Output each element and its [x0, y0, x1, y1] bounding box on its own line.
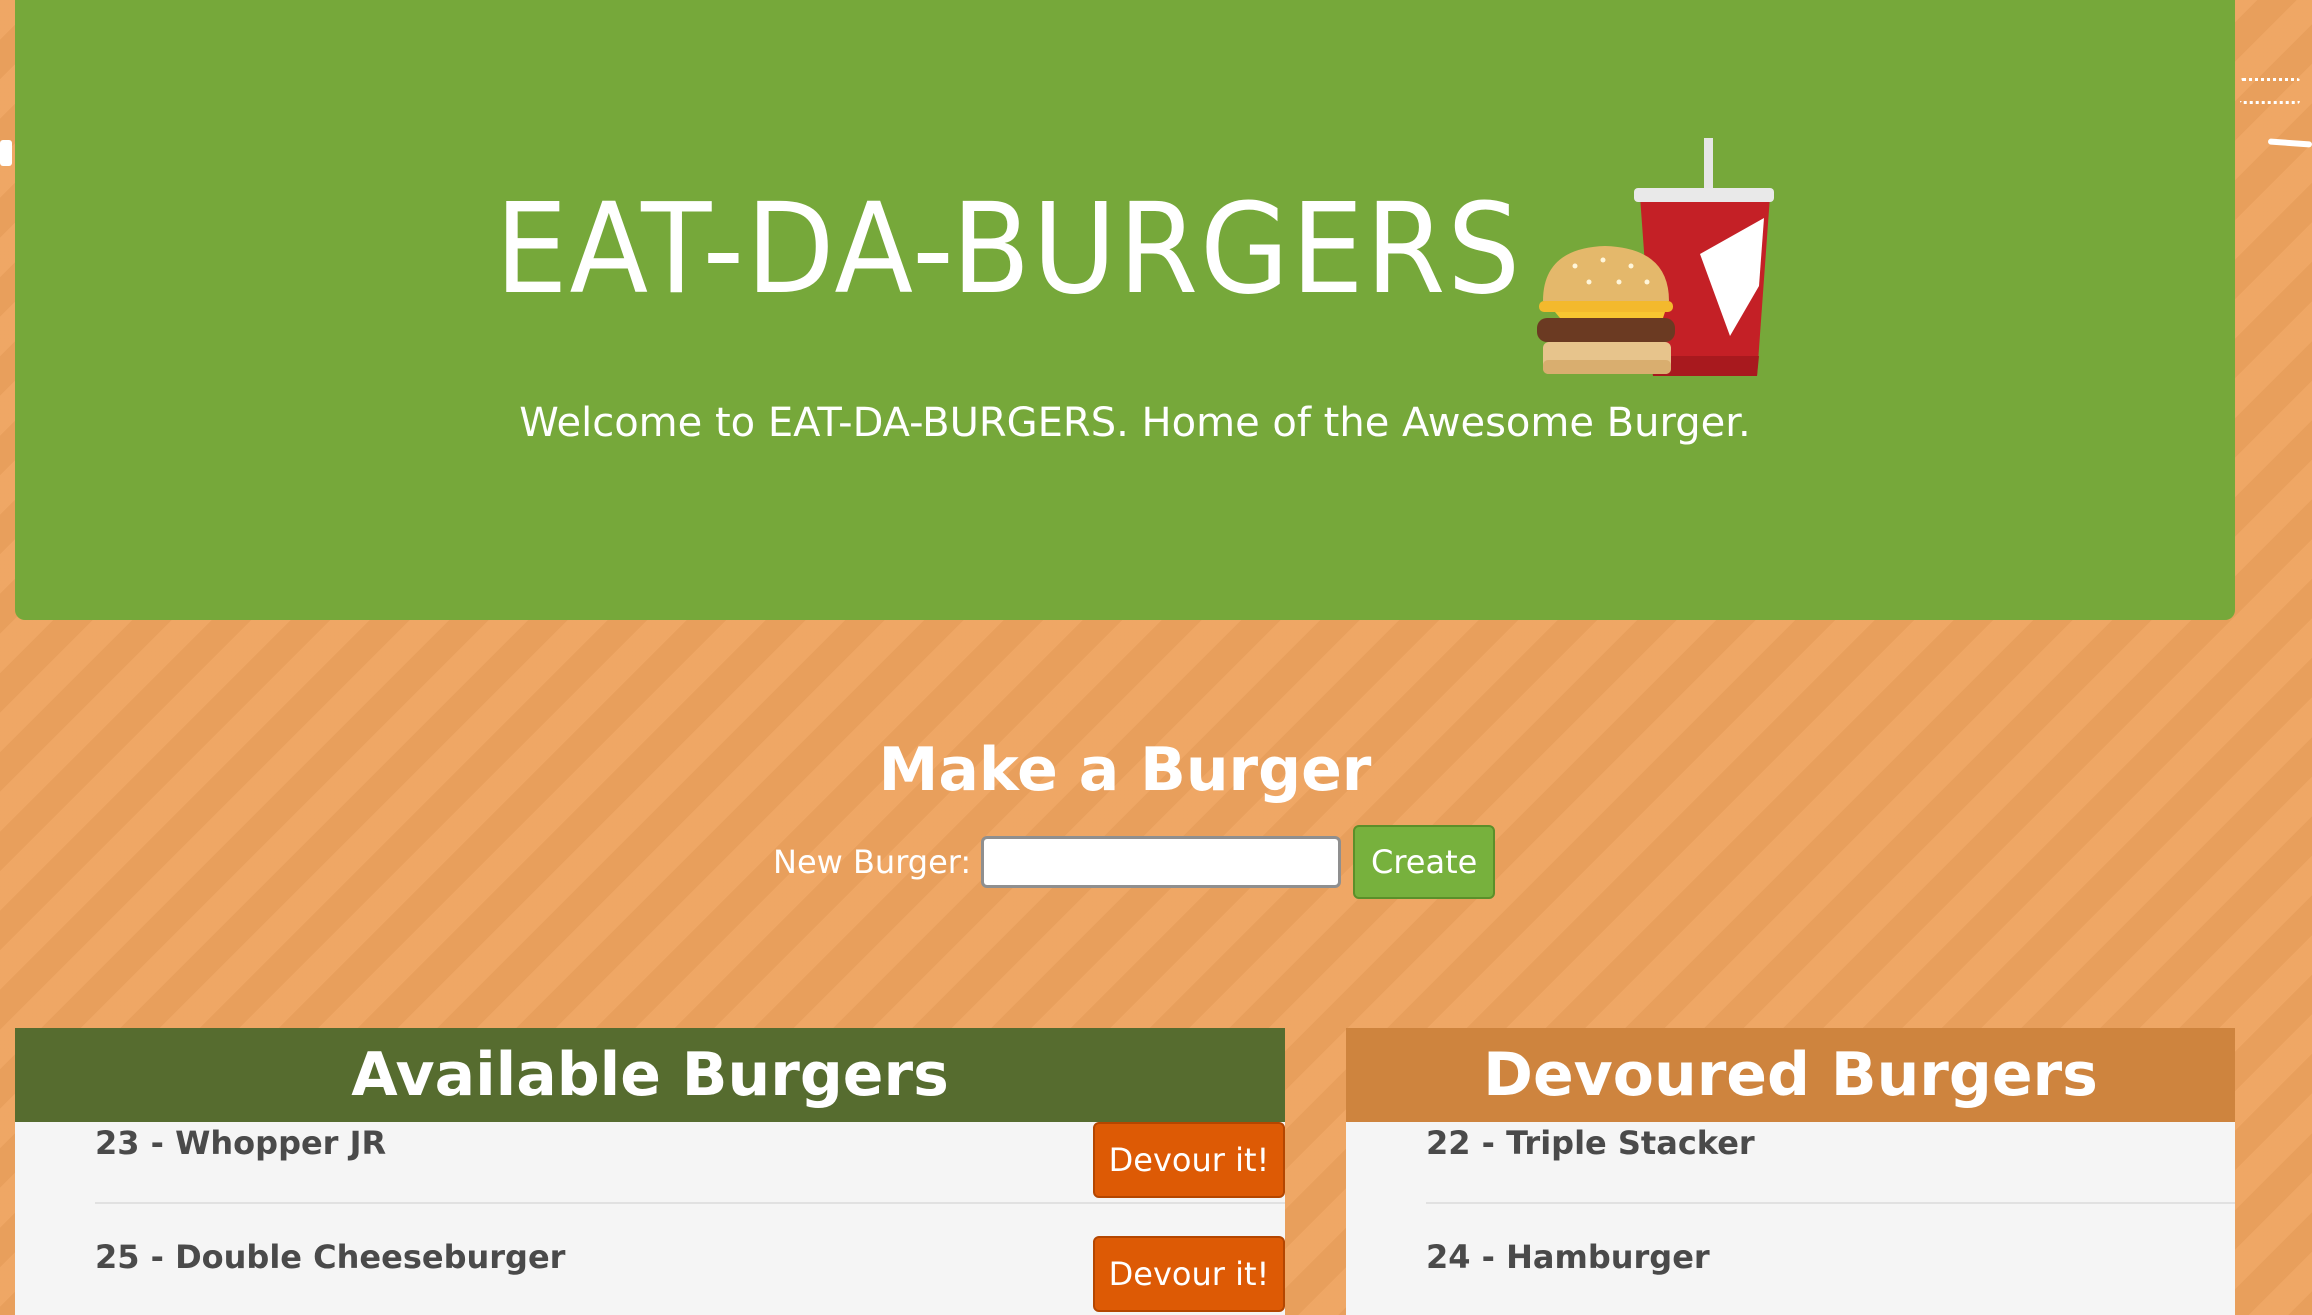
devoured-burgers-heading: Devoured Burgers: [1346, 1028, 2235, 1122]
devoured-burgers-panel: Devoured Burgers 22 - Triple Stacker 24 …: [1346, 1028, 2235, 1315]
burger-name: 25 - Double Cheeseburger: [95, 1238, 566, 1276]
list-item: 25 - Double Cheeseburger Devour it!: [15, 1236, 1285, 1315]
divider: [1426, 1202, 2235, 1204]
devoured-burgers-list: 22 - Triple Stacker 24 - Hamburger: [1346, 1122, 2235, 1315]
new-burger-label: New Burger:: [773, 843, 972, 881]
burger-name: 24 - Hamburger: [1426, 1238, 1710, 1276]
list-item: 22 - Triple Stacker: [1346, 1122, 2235, 1236]
devour-button[interactable]: Devour it!: [1093, 1122, 1285, 1198]
burger-name: 23 - Whopper JR: [95, 1124, 387, 1162]
list-item: 23 - Whopper JR Devour it!: [15, 1122, 1285, 1236]
background-decoration: [2267, 138, 2312, 148]
new-burger-form: New Burger: Create: [773, 825, 1496, 899]
new-burger-input[interactable]: [981, 836, 1342, 888]
page-title: EAT-DA-BURGERS: [495, 177, 1523, 322]
create-button[interactable]: Create: [1353, 825, 1496, 899]
background-decoration: [0, 140, 12, 166]
available-burgers-heading: Available Burgers: [15, 1028, 1285, 1122]
make-burger-heading: Make a Burger: [878, 735, 1372, 805]
devour-button[interactable]: Devour it!: [1093, 1236, 1285, 1312]
divider: [95, 1202, 1285, 1204]
list-item: 24 - Hamburger: [1346, 1236, 2235, 1315]
available-burgers-panel: Available Burgers 23 - Whopper JR Devour…: [15, 1028, 1285, 1315]
jumbotron: EAT-DA-BURGERS Welcome to EAT-DA-BURGERS…: [15, 0, 2235, 620]
available-burgers-list: 23 - Whopper JR Devour it! 25 - Double C…: [15, 1122, 1285, 1315]
page-subtitle: Welcome to EAT-DA-BURGERS. Home of the A…: [519, 400, 1751, 446]
background-decoration: [2240, 78, 2300, 104]
burger-and-drink-icon: [1537, 138, 1774, 376]
burger-name: 22 - Triple Stacker: [1426, 1124, 1755, 1162]
